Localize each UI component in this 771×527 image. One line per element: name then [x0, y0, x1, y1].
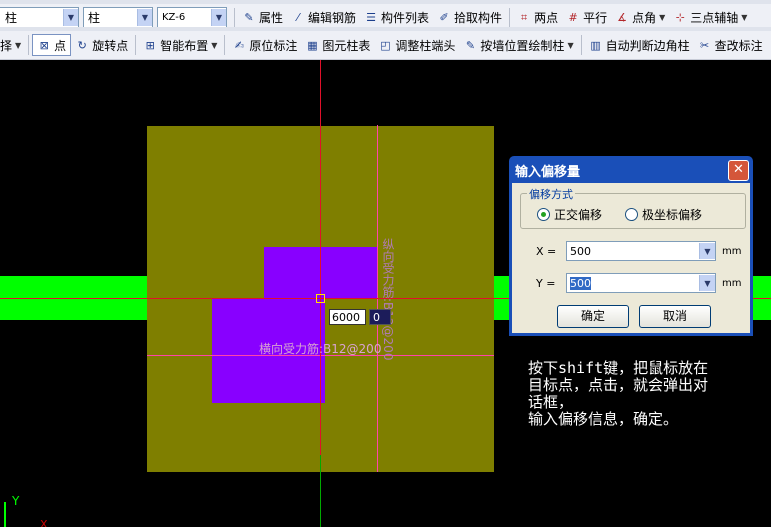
dropdown-arrow-icon[interactable]: ▼ [659, 13, 665, 22]
select-button[interactable]: 择 ▼ [0, 34, 25, 56]
check-annotation-icon: ✂ [700, 38, 710, 52]
parallel-axis-button[interactable]: # 平行 [562, 7, 611, 29]
x-offset-field[interactable]: 500 ▼ [566, 241, 716, 261]
dropdown-arrow-icon[interactable]: ▼ [15, 41, 21, 50]
offset-dialog: 输入偏移量 ✕ 偏移方式 正交偏移 极坐标偏移 X = 500 ▼ mm Y = [509, 156, 753, 336]
radio-unchecked-icon[interactable] [625, 208, 638, 221]
properties-button[interactable]: ✎ 属性 [238, 7, 287, 29]
point-draw-button[interactable]: ⊠ 点 [32, 34, 72, 56]
y-offset-row: Y = 500 ▼ mm [536, 273, 741, 293]
separator [224, 35, 226, 55]
separator [234, 7, 235, 28]
ok-button[interactable]: 确定 [557, 305, 629, 328]
draw-column-by-wall-icon: ✎ [465, 38, 476, 52]
component-list-button[interactable]: ☰ 构件列表 [360, 7, 433, 29]
chevron-down-icon[interactable]: ▼ [137, 9, 152, 26]
radio-orthogonal[interactable]: 正交偏移 [537, 206, 602, 223]
two-point-axis-icon: ⌗ [520, 10, 528, 24]
dropdown-arrow-icon[interactable]: ▼ [211, 41, 217, 50]
offset-mode-group: 偏移方式 正交偏移 极坐标偏移 [520, 186, 746, 229]
y-offset-value: 500 [570, 276, 591, 290]
inplace-annotation-icon: ✍ [234, 38, 244, 52]
component-list-icon: ☰ [366, 11, 376, 24]
auto-corner-column-button[interactable]: ▥ 自动判断边角柱 [585, 34, 694, 56]
parallel-axis-icon: # [568, 11, 578, 24]
component-name-select[interactable]: KZ-6 ▼ [157, 7, 227, 28]
column-table-button[interactable]: ▦ 图元柱表 [301, 34, 374, 56]
snap-point-marker [316, 294, 325, 303]
component-type-select[interactable]: 柱 ▼ [83, 7, 153, 28]
edit-rebar-button[interactable]: ⁄ 编辑钢筋 [287, 7, 360, 29]
dynamic-input-distance[interactable]: 6000 [329, 309, 366, 325]
floor-type-select[interactable]: 柱 ▼ [0, 7, 79, 28]
chevron-down-icon[interactable]: ▼ [63, 9, 78, 26]
chevron-down-icon[interactable]: ▼ [699, 243, 715, 259]
ucs-x-label: X [40, 518, 48, 527]
three-point-axis-button[interactable]: ⊹ 三点辅轴 ▼ [669, 7, 751, 29]
rebar-label-vertical: 纵向受力筋:B12@200 [381, 238, 395, 361]
dynamic-input-angle[interactable]: 0 [369, 309, 391, 325]
toolbar-draw: 择 ▼ ⊠ 点 ↻ 旋转点 ⊞ 智能布置 ▼ ✍ 原位标注 ▦ 图元柱表 ◰ 调整柱端头 ✎ 按墙… [0, 31, 771, 60]
edit-rebar-icon: ⁄ [297, 11, 299, 24]
draw-column-by-wall-button[interactable]: ✎ 按墙位置绘制柱 ▼ [459, 34, 577, 56]
separator [509, 7, 511, 28]
pick-component-button[interactable]: ✐ 拾取构件 [433, 7, 506, 29]
dialog-body: 偏移方式 正交偏移 极坐标偏移 X = 500 ▼ mm Y = 500 ▼ m… [512, 183, 750, 333]
inplace-annotation-button[interactable]: ✍ 原位标注 [228, 34, 301, 56]
adjust-column-end-icon: ◰ [380, 38, 391, 52]
point-angle-button[interactable]: ∡ 点角 ▼ [611, 7, 669, 29]
instruction-note: 按下shift键，把鼠标放在 目标点，点击，就会弹出对 话框， 输入偏移信息，确… [528, 359, 709, 428]
rotate-point-button[interactable]: ↻ 旋转点 [71, 34, 132, 56]
check-annotation-button[interactable]: ✂ 查改标注 [694, 34, 767, 56]
radio-polar[interactable]: 极坐标偏移 [625, 206, 702, 223]
smart-layout-button[interactable]: ⊞ 智能布置 ▼ [139, 34, 221, 56]
column-table-icon: ▦ [307, 38, 318, 52]
rotate-point-icon: ↻ [77, 38, 87, 52]
auto-corner-column-icon: ▥ [590, 38, 601, 52]
rebar-label-horizontal: 横向受力筋:B12@200 [259, 342, 382, 356]
three-point-axis-icon: ⊹ [675, 11, 685, 24]
cancel-button[interactable]: 取消 [639, 305, 711, 328]
point-draw-icon: ⊠ [39, 38, 49, 52]
radio-checked-icon[interactable] [537, 208, 550, 221]
x-label: X = [536, 244, 557, 258]
y-axis-line [320, 455, 321, 527]
close-icon[interactable]: ✕ [728, 160, 749, 181]
dialog-title: 输入偏移量 [515, 165, 581, 180]
ucs-y-axis-icon [4, 502, 6, 527]
pick-component-icon: ✐ [439, 11, 449, 24]
adjust-column-end-button[interactable]: ◰ 调整柱端头 [374, 34, 459, 56]
separator [135, 35, 137, 55]
x-unit: mm [722, 245, 742, 257]
smart-layout-icon: ⊞ [145, 38, 155, 52]
dropdown-arrow-icon[interactable]: ▼ [741, 13, 747, 22]
two-point-axis-button[interactable]: ⌗ 两点 [513, 7, 562, 29]
y-unit: mm [722, 277, 742, 289]
chevron-down-icon[interactable]: ▼ [699, 275, 715, 291]
point-angle-icon: ∡ [617, 11, 628, 24]
properties-icon: ✎ [244, 11, 254, 24]
separator [580, 35, 582, 55]
separator [28, 35, 30, 55]
y-label: Y = [536, 276, 556, 290]
chevron-down-icon[interactable]: ▼ [211, 9, 226, 26]
group-label: 偏移方式 [527, 186, 575, 202]
dropdown-arrow-icon[interactable]: ▼ [567, 41, 573, 50]
y-offset-field[interactable]: 500 ▼ [566, 273, 716, 293]
x-offset-row: X = 500 ▼ mm [536, 241, 741, 261]
ucs-y-label: Y [12, 494, 20, 508]
